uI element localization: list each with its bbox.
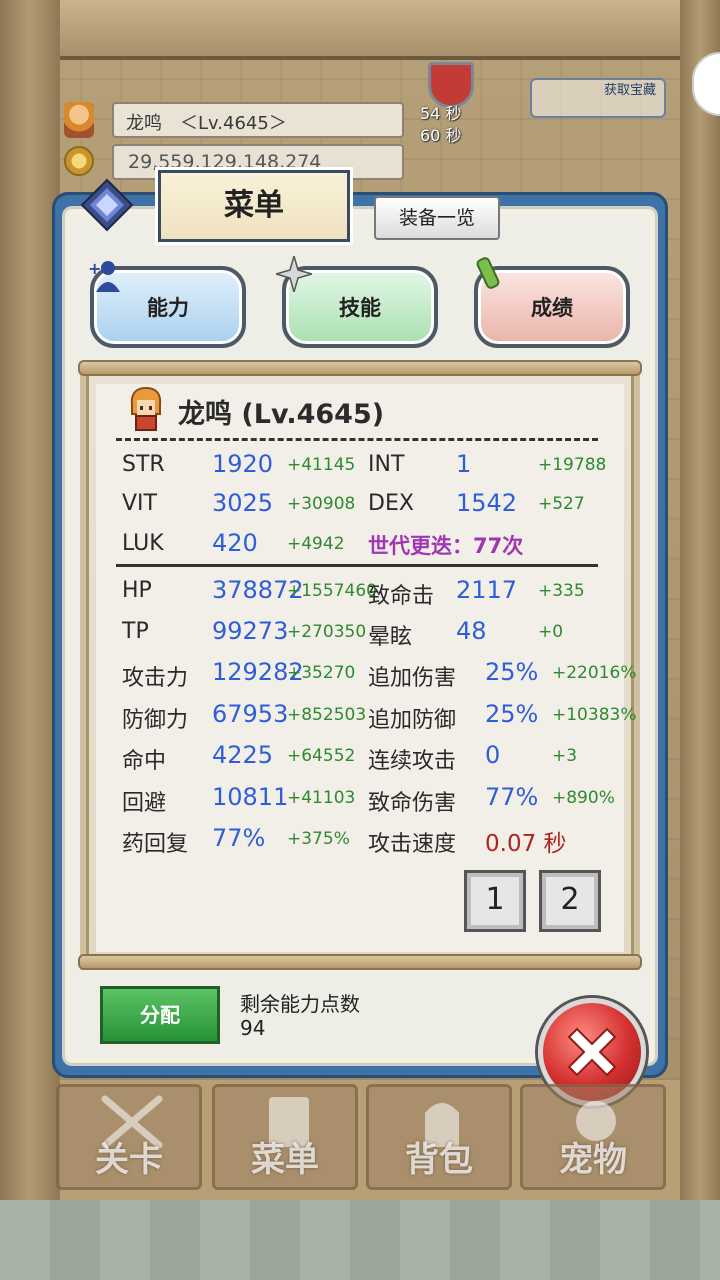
player-name-level: 龙鸣 ＜Lv.4645＞: [112, 102, 404, 138]
page-2-button[interactable]: 2: [539, 870, 601, 932]
player-avatar-icon: [64, 102, 94, 138]
stat-bonus-int: +19788: [538, 455, 607, 475]
stat-label-str: STR: [122, 452, 165, 477]
stat-label-vit: VIT: [122, 491, 157, 516]
combat-bonus-attack: +35270: [287, 663, 356, 683]
tab-ability[interactable]: + 能力: [88, 259, 246, 348]
sparkle-icon: [276, 256, 312, 292]
combat-value-potion: 77%: [212, 824, 266, 852]
combat-bonus-stun: +0: [538, 622, 564, 642]
assign-button[interactable]: 分配: [100, 986, 220, 1044]
combat-value-evasion: 10811: [212, 783, 289, 811]
nav-stage-label: 关卡: [95, 1140, 163, 1180]
combat-bonus-evasion: +41103: [287, 788, 356, 808]
combat-label-accuracy: 命中: [122, 749, 167, 774]
background-pillar-left: [0, 0, 60, 1200]
get-treasure-label: 获取宝藏: [603, 83, 656, 98]
book-icon: [80, 178, 134, 232]
timer-2: 60 秒: [420, 126, 462, 145]
stat-value-dex: 1542: [456, 489, 518, 517]
combat-value-attack-speed: 0.07 秒: [485, 831, 567, 857]
combat-bonus-extra-damage: +22016%: [552, 663, 637, 683]
get-treasure-button[interactable]: 获取宝藏: [530, 78, 666, 118]
timer-1: 54 秒: [420, 104, 462, 123]
scroll-icon: [476, 257, 500, 289]
combat-label-attack: 攻击力: [122, 666, 189, 691]
combat-bonus-accuracy: +64552: [287, 746, 356, 766]
person-plus-icon: +: [88, 259, 120, 292]
nav-pet-button[interactable]: 宠物: [520, 1084, 666, 1190]
combat-bonus-hp: +1557460: [287, 581, 377, 601]
combat-value-crit-damage: 77%: [485, 783, 539, 811]
combat-value-stun: 48: [456, 617, 487, 645]
tab-record-label: 成绩: [531, 296, 573, 320]
tab-skill-label: 技能: [339, 296, 381, 320]
stat-label-luk: LUK: [122, 531, 164, 556]
combat-value-tp: 99273: [212, 617, 289, 645]
scroll-rod-top: [78, 360, 642, 376]
combat-bonus-crit-damage: +890%: [552, 788, 615, 808]
nav-bag-button[interactable]: 背包: [366, 1084, 512, 1190]
nav-pet-label: 宠物: [559, 1140, 627, 1180]
combat-label-critical: 致命击: [368, 584, 435, 609]
stat-bonus-luk: +4942: [287, 534, 345, 554]
combat-bonus-extra-defense: +10383%: [552, 705, 637, 725]
divider-1: [116, 438, 598, 441]
combat-label-attack-speed: 攻击速度: [368, 832, 457, 857]
stat-value-str: 1920: [212, 450, 274, 478]
generation-count: 世代更迭：77次: [368, 534, 524, 558]
combat-value-accuracy: 4225: [212, 741, 274, 769]
stat-value-vit: 3025: [212, 489, 274, 517]
remaining-points-value: 94: [240, 1016, 266, 1040]
combat-label-stun: 晕眩: [368, 625, 413, 650]
combat-bonus-defense: +852503: [287, 705, 367, 725]
gold-coin-icon: [64, 146, 94, 176]
stat-bonus-str: +41145: [287, 455, 356, 475]
combat-label-crit-damage: 致命伤害: [368, 791, 457, 816]
svg-text:+: +: [88, 259, 101, 278]
menu-title: 菜单: [155, 167, 353, 245]
close-icon: [567, 1027, 617, 1077]
combat-value-combo: 0: [485, 741, 501, 769]
remaining-points-label: 剩余能力点数: [240, 992, 360, 1016]
combat-bonus-tp: +270350: [287, 622, 367, 642]
nav-bag-label: 背包: [405, 1140, 473, 1180]
character-name-level: 龙鸣 (Lv.4645): [178, 399, 385, 430]
stat-label-int: INT: [368, 452, 405, 477]
combat-label-potion: 药回复: [122, 832, 189, 857]
background-pillar-right: [680, 0, 720, 1200]
nav-stage-button[interactable]: 关卡: [56, 1084, 202, 1190]
nav-menu-button[interactable]: 菜单: [212, 1084, 358, 1190]
character-portrait-icon: [130, 386, 162, 431]
divider-2: [116, 564, 598, 567]
stat-bonus-vit: +30908: [287, 494, 356, 514]
stat-bonus-dex: +527: [538, 494, 585, 514]
combat-bonus-potion: +375%: [287, 829, 350, 849]
combat-value-critical: 2117: [456, 576, 518, 604]
combat-value-defense: 67953: [212, 700, 289, 728]
tab-record[interactable]: 成绩: [474, 257, 630, 348]
combat-label-combo: 连续攻击: [368, 749, 457, 774]
combat-value-extra-damage: 25%: [485, 658, 539, 686]
combat-label-hp: HP: [122, 578, 152, 603]
tab-ability-label: 能力: [147, 296, 189, 320]
combat-label-evasion: 回避: [122, 791, 167, 816]
combat-value-extra-defense: 25%: [485, 700, 539, 728]
combat-bonus-combo: +3: [552, 746, 578, 766]
equipment-list-button[interactable]: 装备一览: [374, 196, 500, 240]
page-1-button[interactable]: 1: [464, 870, 526, 932]
scroll-rod-bottom: [78, 954, 642, 970]
combat-label-extra-defense: 追加防御: [368, 708, 457, 733]
combat-label-defense: 防御力: [122, 708, 189, 733]
stat-label-dex: DEX: [368, 491, 414, 516]
stat-value-int: 1: [456, 450, 472, 478]
combat-label-extra-damage: 追加伤害: [368, 666, 457, 691]
tab-skill[interactable]: 技能: [276, 256, 438, 348]
combat-bonus-critical: +335: [538, 581, 585, 601]
background-wall: [0, 0, 720, 60]
nav-menu-label: 菜单: [251, 1140, 319, 1180]
stat-value-luk: 420: [212, 529, 258, 557]
background-floor: [0, 1200, 720, 1280]
combat-label-tp: TP: [122, 619, 149, 644]
